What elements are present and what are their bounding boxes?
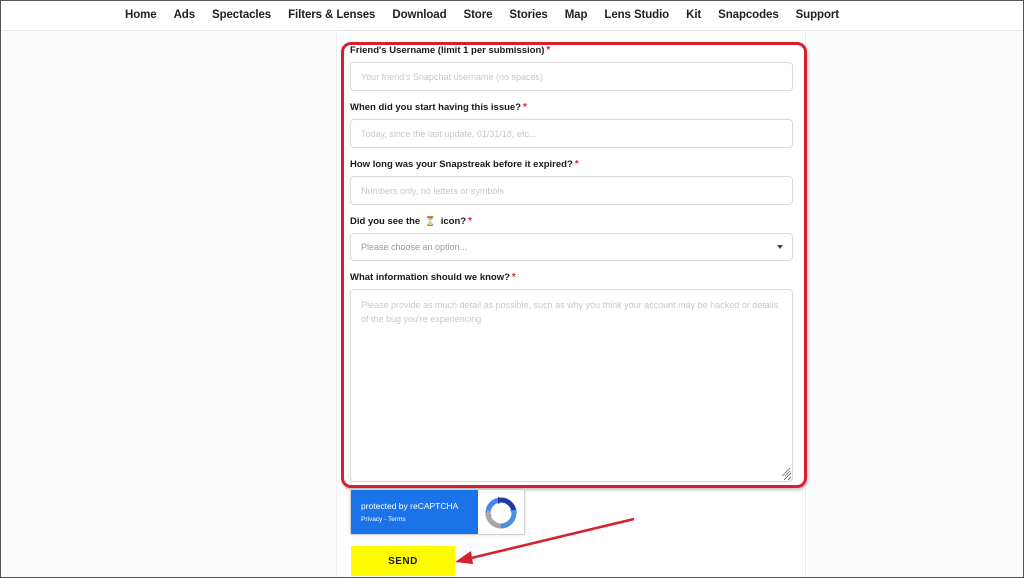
hourglass-select-value: Please choose an option... [361,242,468,252]
nav-download[interactable]: Download [392,9,446,21]
info-textarea[interactable] [350,289,793,482]
required-mark: * [511,272,516,283]
info-label: What information should we know? * [350,272,516,283]
send-button[interactable]: SEND [351,546,455,576]
required-mark: * [574,159,579,170]
app-frame: Home Ads Spectacles Filters & Lenses Dow… [1,1,1023,577]
friend-username-label: Friend's Username (limit 1 per submissio… [350,45,550,56]
hourglass-label-before: Did you see the [350,216,421,227]
info-label-text: What information should we know? [350,272,510,283]
nav-support[interactable]: Support [796,9,839,21]
nav-snapcodes[interactable]: Snapcodes [718,9,779,21]
nav-home[interactable]: Home [125,9,157,21]
issue-start-input[interactable] [350,119,793,148]
streak-length-label: How long was your Snapstreak before it e… [350,159,579,170]
required-mark: * [523,102,527,113]
nav-spectacles[interactable]: Spectacles [212,9,271,21]
friend-username-label-text: Friend's Username (limit 1 per submissio… [350,45,545,56]
nav-store[interactable]: Store [464,9,493,21]
friend-username-input[interactable] [350,62,793,91]
nav-kit[interactable]: Kit [686,9,701,21]
nav-lens-studio[interactable]: Lens Studio [604,9,669,21]
hourglass-label-after: icon? [440,216,467,227]
streak-length-label-text: How long was your Snapstreak before it e… [350,159,573,170]
hourglass-icon: ⏳ [424,216,437,226]
nav-map[interactable]: Map [565,9,588,21]
chevron-down-icon [777,245,783,249]
recaptcha-badge[interactable]: protected by reCAPTCHA Privacy - Terms [350,489,525,535]
recaptcha-title: protected by reCAPTCHA [361,501,459,511]
nav-filters-lenses[interactable]: Filters & Lenses [288,9,375,21]
issue-start-label: When did you start having this issue? * [350,102,527,113]
required-mark: * [468,216,472,227]
resize-grip-icon[interactable] [781,467,791,477]
recaptcha-panel: protected by reCAPTCHA Privacy - Terms [351,490,478,534]
nav-stories[interactable]: Stories [509,9,547,21]
recaptcha-links[interactable]: Privacy - Terms [361,516,406,523]
streak-length-input[interactable] [350,176,793,205]
nav-ads[interactable]: Ads [174,9,196,21]
hourglass-question-label: Did you see the ⏳ icon? * [350,216,472,227]
issue-start-label-text: When did you start having this issue? [350,102,522,113]
nav-list: Home Ads Spectacles Filters & Lenses Dow… [125,9,856,21]
required-mark: * [546,45,551,56]
page-background-right [807,31,1023,577]
top-navigation: Home Ads Spectacles Filters & Lenses Dow… [1,1,1023,31]
hourglass-select[interactable]: Please choose an option... [350,233,793,261]
recaptcha-logo-icon [485,497,517,529]
page-background-left [1,31,336,577]
